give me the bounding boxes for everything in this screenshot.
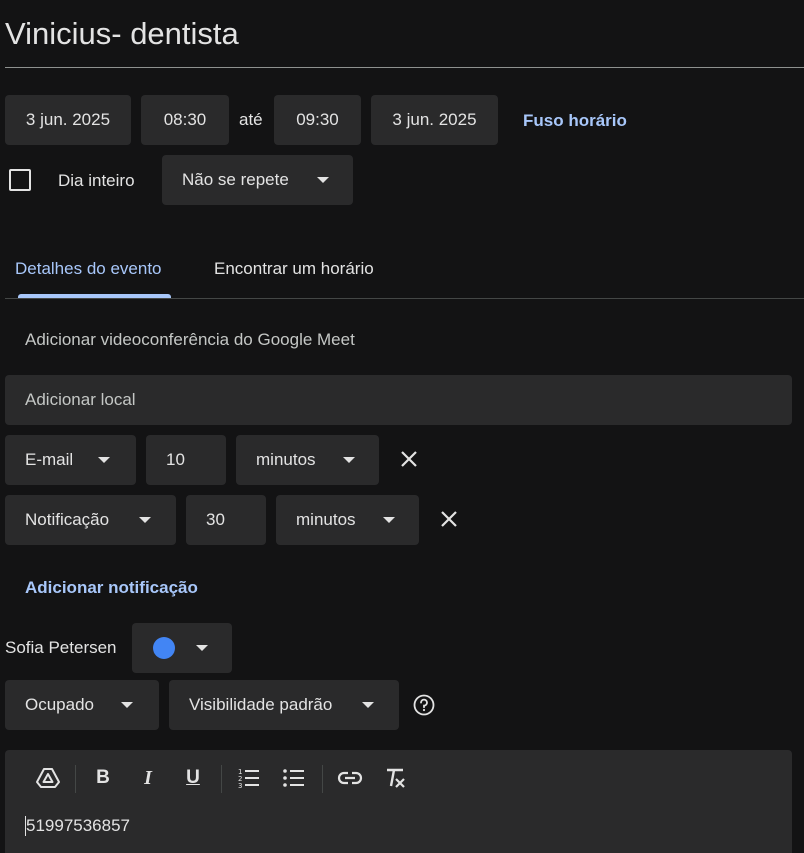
numbered-list-icon[interactable]: 1 2 3 xyxy=(236,765,262,791)
notification-method-dropdown[interactable]: Notificação xyxy=(5,495,176,545)
notification-method-dropdown[interactable]: E-mail xyxy=(5,435,136,485)
color-dot xyxy=(153,637,175,659)
notification-unit-value: minutos xyxy=(256,450,316,469)
calendar-color-dropdown[interactable] xyxy=(132,623,232,673)
notification-amount-input[interactable]: 30 xyxy=(186,495,266,545)
help-icon[interactable] xyxy=(413,694,435,716)
link-icon[interactable] xyxy=(337,765,363,791)
chevron-down-icon xyxy=(98,457,110,463)
toolbar-divider xyxy=(322,765,323,793)
end-date-field[interactable]: 3 jun. 2025 xyxy=(371,95,498,145)
add-notification-button[interactable]: Adicionar notificação xyxy=(25,578,198,598)
start-date-field[interactable]: 3 jun. 2025 xyxy=(5,95,131,145)
repeat-value: Não se repete xyxy=(182,170,289,189)
title-underline xyxy=(5,67,804,68)
bold-icon[interactable]: B xyxy=(90,765,116,791)
toolbar-divider xyxy=(221,765,222,793)
chevron-down-icon xyxy=(317,177,329,183)
all-day-label: Dia inteiro xyxy=(58,171,135,190)
tab-find-time[interactable]: Encontrar um horário xyxy=(214,259,374,279)
notification-unit-value: minutos xyxy=(296,510,356,529)
chevron-down-icon xyxy=(362,702,374,708)
add-meet-button[interactable]: Adicionar videoconferência do Google Mee… xyxy=(25,330,355,350)
availability-value: Ocupado xyxy=(25,695,94,714)
chevron-down-icon xyxy=(383,517,395,523)
notification-method-value: E-mail xyxy=(25,450,74,469)
description-text[interactable]: 51997536857 xyxy=(25,816,130,836)
availability-dropdown[interactable]: Ocupado xyxy=(5,680,159,730)
notification-method-value: Notificação xyxy=(25,510,110,529)
until-label: até xyxy=(239,110,263,129)
timezone-link[interactable]: Fuso horário xyxy=(523,111,627,131)
notification-unit-dropdown[interactable]: minutos xyxy=(276,495,419,545)
calendar-owner-label: Sofia Petersen xyxy=(5,638,117,657)
location-input[interactable]: Adicionar local xyxy=(5,375,792,425)
close-icon[interactable] xyxy=(439,509,459,529)
chevron-down-icon xyxy=(196,645,208,651)
notification-amount-input[interactable]: 10 xyxy=(146,435,226,485)
chevron-down-icon xyxy=(121,702,133,708)
chevron-down-icon xyxy=(139,517,151,523)
visibility-value: Visibilidade padrão xyxy=(189,695,333,714)
svg-text:3: 3 xyxy=(238,782,242,790)
start-time-field[interactable]: 08:30 xyxy=(141,95,229,145)
notification-unit-dropdown[interactable]: minutos xyxy=(236,435,379,485)
tabs-divider xyxy=(5,298,804,299)
drive-icon[interactable] xyxy=(35,765,61,791)
end-time-field[interactable]: 09:30 xyxy=(274,95,361,145)
italic-icon[interactable]: I xyxy=(135,765,161,791)
event-title[interactable]: Vinicius- dentista xyxy=(5,16,239,52)
visibility-dropdown[interactable]: Visibilidade padrão xyxy=(169,680,399,730)
all-day-checkbox[interactable] xyxy=(9,169,31,191)
chevron-down-icon xyxy=(343,457,355,463)
clear-formatting-icon[interactable] xyxy=(382,765,408,791)
toolbar-divider xyxy=(75,765,76,793)
bulleted-list-icon[interactable] xyxy=(281,765,307,791)
repeat-dropdown[interactable]: Não se repete xyxy=(162,155,353,205)
underline-icon[interactable]: U xyxy=(180,765,206,791)
close-icon[interactable] xyxy=(399,449,419,469)
tab-event-details[interactable]: Detalhes do evento xyxy=(15,259,162,279)
